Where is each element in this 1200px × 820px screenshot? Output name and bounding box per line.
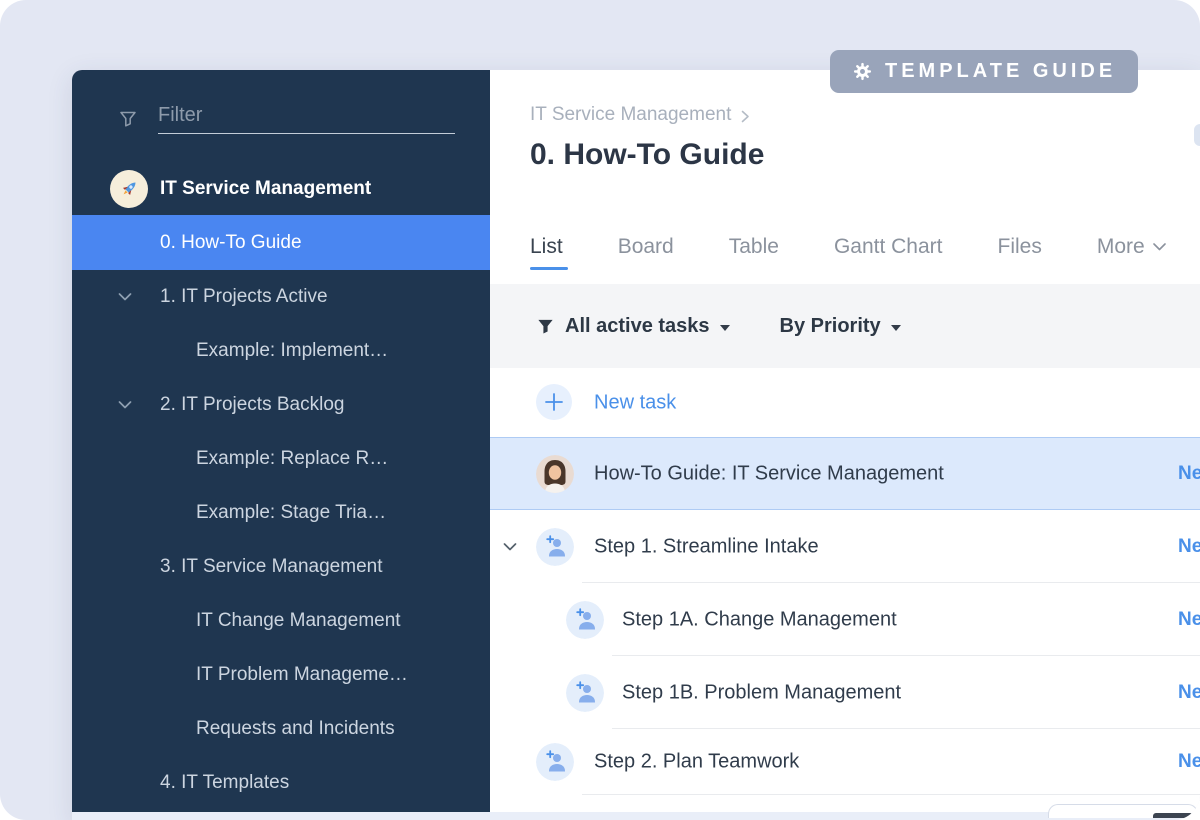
sidebar-item-label: Example: Implement… [196,340,388,362]
task-title[interactable]: Step 1A. Change Management [622,608,897,631]
task-title[interactable]: How-To Guide: IT Service Management [594,462,944,485]
task-status[interactable]: New [1178,609,1200,631]
task-title[interactable]: Step 1B. Problem Management [622,681,901,704]
sidebar-item-example-implement[interactable]: Example: Implement… [72,324,490,378]
sidebar-item-it-problem-management[interactable]: IT Problem Manageme… [72,648,490,702]
sidebar-item-label: Example: Replace R… [196,448,388,470]
rocket-icon [110,170,148,208]
sidebar: IT Service Management 0. How-To Guide 1.… [72,70,490,812]
filter-bar: All active tasks By Priority [490,284,1200,368]
task-status[interactable]: New [1178,463,1200,485]
task-row-step-1a[interactable]: Step 1A. Change Management New [490,583,1200,656]
app-window: IT Service Management 0. How-To Guide 1.… [72,70,1200,820]
sidebar-item-label: 2. IT Projects Backlog [160,394,344,416]
sidebar-item-example-stage[interactable]: Example: Stage Tria… [72,486,490,540]
project-name: IT Service Management [160,178,371,200]
sidebar-item-it-service-management[interactable]: 3. IT Service Management [72,540,490,594]
chevron-down-icon[interactable] [118,293,132,302]
sidebar-item-label: Requests and Incidents [196,718,395,740]
sidebar-item-label: Example: Stage Tria… [196,502,386,524]
sort-dropdown-label: By Priority [780,315,881,338]
sidebar-item-label: 4. IT Templates [160,772,289,794]
chevron-down-icon[interactable] [118,401,132,410]
sidebar-item-label: 0. How-To Guide [160,232,302,254]
assign-person-icon [536,528,574,566]
task-row-how-to-guide[interactable]: How-To Guide: IT Service Management New [490,437,1200,510]
cutoff-edge-button [1194,124,1200,146]
plus-icon [536,384,572,420]
tab-files[interactable]: Files [998,235,1042,259]
new-task-button[interactable]: New task [490,368,1200,437]
sidebar-item-example-replace[interactable]: Example: Replace R… [72,432,490,486]
cutoff-overlay-card [1048,804,1198,818]
active-tasks-filter-dropdown[interactable]: All active tasks [536,315,730,338]
dark-artifact [1153,813,1193,818]
sidebar-item-it-change-management[interactable]: IT Change Management [72,594,490,648]
template-guide-badge: TEMPLATE GUIDE [830,50,1138,93]
view-tabs: List Board Table Gantt Chart Files More [490,225,1200,269]
page-title: 0. How-To Guide [530,138,764,172]
avatar [536,455,574,493]
sidebar-item-label: IT Change Management [196,610,401,632]
tab-table[interactable]: Table [729,235,779,259]
task-status[interactable]: New [1178,536,1200,558]
assign-person-icon [536,743,574,781]
bottom-strip [72,812,1200,820]
task-row-step-2[interactable]: Step 2. Plan Teamwork New [490,729,1200,795]
tab-more[interactable]: More [1097,235,1166,259]
sidebar-item-label: 3. IT Service Management [160,556,382,578]
sidebar-filter [72,90,490,150]
sidebar-item-requests-and-incidents[interactable]: Requests and Incidents [72,702,490,756]
task-status[interactable]: New [1178,751,1200,773]
sidebar-item-it-projects-backlog[interactable]: 2. IT Projects Backlog [72,378,490,432]
main-panel: IT Service Management 0. How-To Guide Li… [490,70,1200,820]
task-row-step-1[interactable]: Step 1. Streamline Intake New [490,510,1200,583]
chevron-down-icon[interactable] [503,542,517,551]
assign-person-icon [566,601,604,639]
active-tab-indicator [530,267,568,270]
breadcrumb-link[interactable]: IT Service Management [530,104,731,126]
gear-icon [852,61,873,82]
chevron-right-icon [741,110,750,123]
assign-person-icon [566,674,604,712]
task-title[interactable]: Step 1. Streamline Intake [594,535,819,558]
sidebar-project-root[interactable]: IT Service Management [72,166,490,212]
funnel-icon [536,317,555,336]
sort-by-priority-dropdown[interactable]: By Priority [780,315,901,338]
filter-input[interactable] [158,98,455,134]
filter-funnel-icon [118,109,138,134]
task-title[interactable]: Step 2. Plan Teamwork [594,751,799,774]
tab-more-label: More [1097,235,1145,259]
sidebar-item-label: IT Problem Manageme… [196,664,408,686]
filter-dropdown-label: All active tasks [565,315,710,338]
sidebar-item-it-templates[interactable]: 4. IT Templates [72,756,490,810]
tab-gantt-chart[interactable]: Gantt Chart [834,235,943,259]
tab-board[interactable]: Board [618,235,674,259]
screenshot-frame: TEMPLATE GUIDE [0,0,1200,820]
template-guide-label: TEMPLATE GUIDE [885,60,1116,83]
sidebar-item-it-projects-active[interactable]: 1. IT Projects Active [72,270,490,324]
sidebar-item-label: 1. IT Projects Active [160,286,328,308]
task-status[interactable]: New [1178,682,1200,704]
caret-down-icon [720,325,730,331]
caret-down-icon [891,325,901,331]
task-row-step-1b[interactable]: Step 1B. Problem Management New [490,656,1200,729]
chevron-down-icon [1153,243,1166,251]
new-task-label: New task [594,391,676,414]
breadcrumb[interactable]: IT Service Management [530,104,750,126]
tab-list[interactable]: List [530,235,563,259]
sidebar-item-how-to-guide[interactable]: 0. How-To Guide [72,215,490,270]
